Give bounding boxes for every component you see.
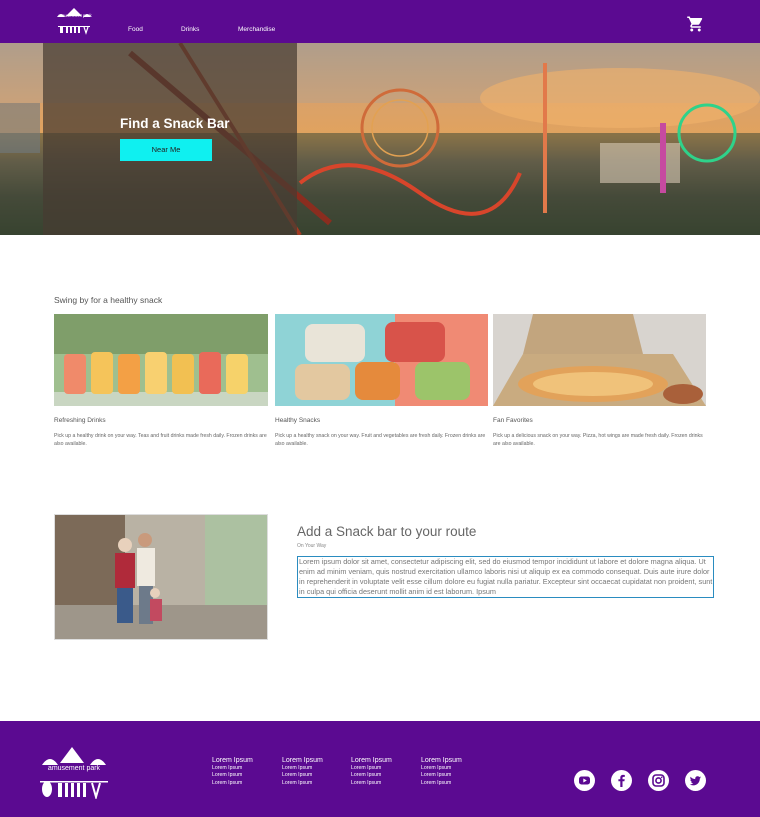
family-image (54, 514, 268, 640)
snacks-heading: Swing by for a healthy snack (54, 295, 163, 305)
footer-link[interactable]: Lorem Ipsum (351, 765, 392, 772)
facebook-icon[interactable] (611, 770, 632, 791)
card-desc-healthy: Pick up a healthy snack on your way. Fru… (275, 433, 486, 447)
footer: amusement park Lorem Ipsum Lorem Ipsum L… (0, 721, 760, 817)
card-title-drinks: Refreshing Drinks (54, 417, 106, 424)
footer-heading[interactable]: Lorem Ipsum (212, 757, 253, 764)
nav-link-drinks[interactable]: Drinks (181, 26, 199, 33)
cart-icon[interactable] (686, 15, 705, 33)
footer-link[interactable]: Lorem Ipsum (212, 772, 253, 779)
logo-text: amusement park (58, 13, 92, 18)
instagram-icon[interactable] (648, 770, 669, 791)
footer-link[interactable]: Lorem Ipsum (421, 772, 462, 779)
route-title: Add a Snack bar to your route (297, 524, 477, 539)
hero-title: Find a Snack Bar (120, 116, 230, 131)
park-logo[interactable] (55, 5, 93, 35)
route-subtitle: On Your Way (297, 543, 327, 549)
card-desc-favorites: Pick up a delicious snack on your way. P… (493, 433, 703, 447)
nav-link-food[interactable]: Food (128, 26, 143, 33)
twitter-icon[interactable] (685, 770, 706, 791)
footer-column-4: Lorem Ipsum Lorem Ipsum Lorem Ipsum Lore… (421, 757, 462, 787)
pizza-image[interactable] (493, 314, 706, 406)
hero-banner: Find a Snack Bar Near Me (0, 43, 760, 235)
family-walking-photo (55, 515, 267, 639)
footer-link[interactable]: Lorem Ipsum (282, 780, 323, 787)
card-desc-drinks: Pick up a healthy drink on your way. Tea… (54, 433, 267, 447)
healthy-snacks-photo (275, 314, 488, 406)
footer-heading[interactable]: Lorem Ipsum (421, 757, 462, 764)
healthy-snacks-image[interactable] (275, 314, 488, 406)
footer-link[interactable]: Lorem Ipsum (212, 765, 253, 772)
footer-link[interactable]: Lorem Ipsum (351, 772, 392, 779)
fruit-drinks-photo (54, 314, 268, 406)
footer-heading[interactable]: Lorem Ipsum (351, 757, 392, 764)
top-navbar: amusement park Food Drinks Merchandise (0, 0, 760, 43)
footer-link[interactable]: Lorem Ipsum (421, 780, 462, 787)
footer-column-2: Lorem Ipsum Lorem Ipsum Lorem Ipsum Lore… (282, 757, 323, 787)
youtube-icon[interactable] (574, 770, 595, 791)
footer-link[interactable]: Lorem Ipsum (421, 765, 462, 772)
footer-link[interactable]: Lorem Ipsum (282, 772, 323, 779)
pizza-photo (493, 314, 706, 406)
card-title-favorites: Fan Favorites (493, 417, 533, 424)
footer-column-3: Lorem Ipsum Lorem Ipsum Lorem Ipsum Lore… (351, 757, 392, 787)
footer-link[interactable]: Lorem Ipsum (282, 765, 323, 772)
near-me-button[interactable]: Near Me (120, 139, 212, 161)
route-text-box[interactable]: Lorem ipsum dolor sit amet, consectetur … (297, 556, 714, 598)
nav-link-merchandise[interactable]: Merchandise (238, 26, 275, 33)
footer-column-1: Lorem Ipsum Lorem Ipsum Lorem Ipsum Lore… (212, 757, 253, 787)
footer-link[interactable]: Lorem Ipsum (351, 780, 392, 787)
footer-logo-text: amusement park (47, 765, 101, 772)
footer-link[interactable]: Lorem Ipsum (212, 780, 253, 787)
drinks-image[interactable] (54, 314, 268, 406)
card-title-healthy: Healthy Snacks (275, 417, 321, 424)
footer-heading[interactable]: Lorem Ipsum (282, 757, 323, 764)
